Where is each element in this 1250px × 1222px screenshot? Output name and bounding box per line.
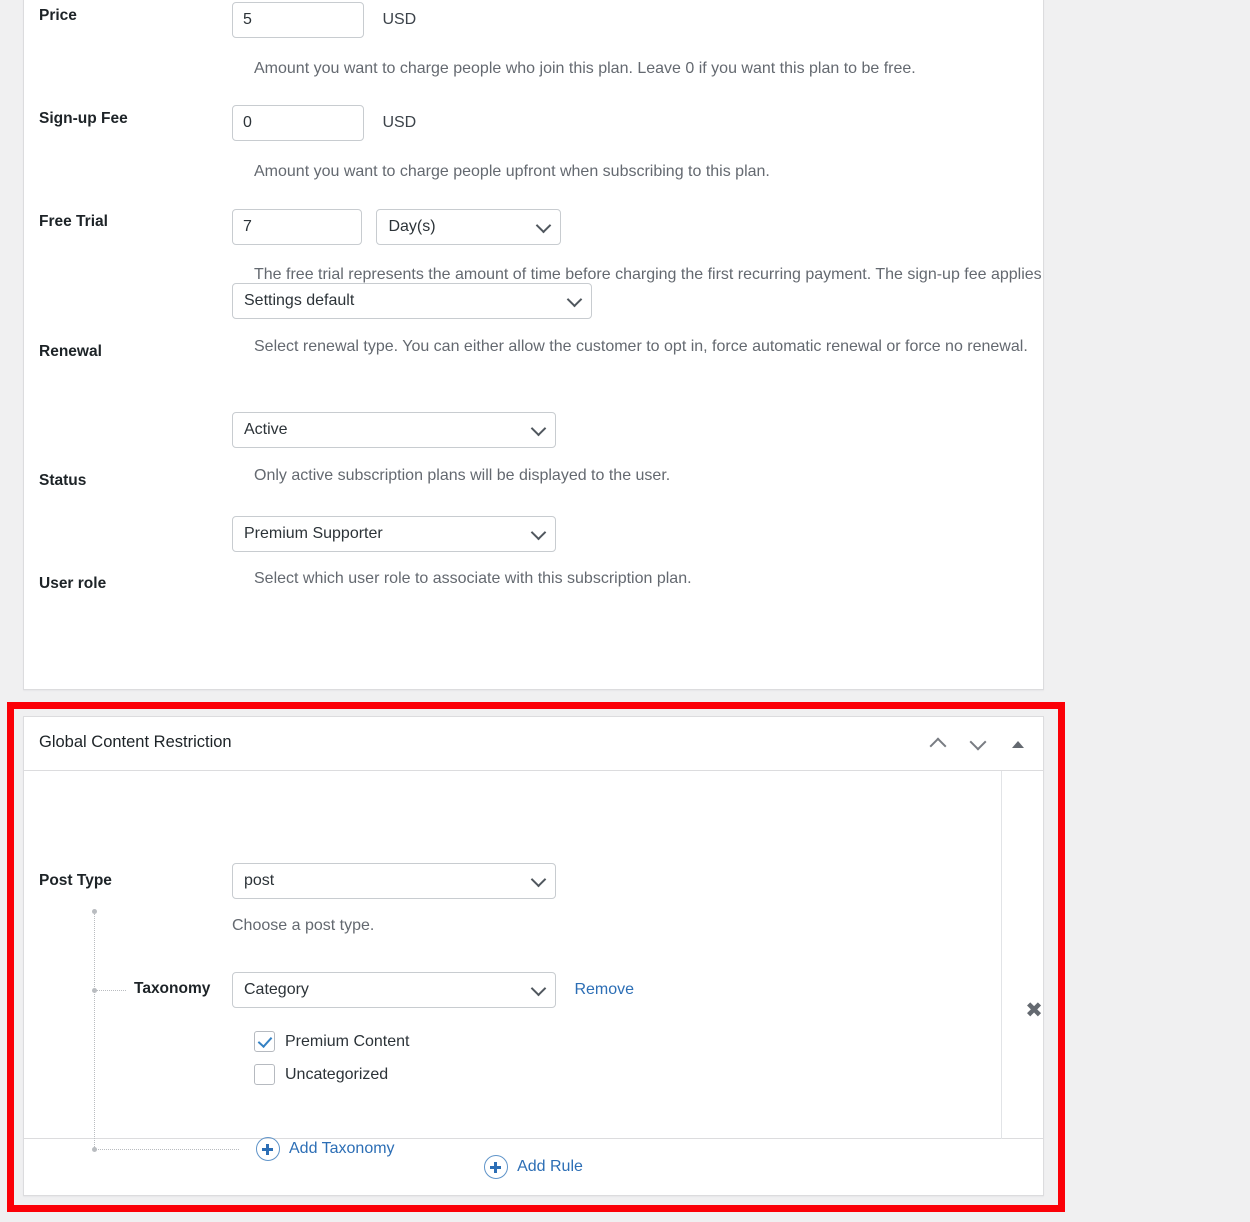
free-trial-period-select[interactable]: Day(s) (376, 209, 562, 245)
remove-rule-button[interactable]: ✖ (1017, 993, 1051, 1027)
label-post-type: Post Type (39, 872, 112, 889)
checkbox-checked-icon[interactable] (254, 1031, 275, 1052)
tree-branch-line (96, 990, 126, 991)
term-label: Uncategorized (285, 1065, 389, 1083)
label-free-trial: Free Trial (39, 213, 108, 230)
post-type-select[interactable]: post (232, 863, 556, 899)
chevron-down-icon (530, 980, 547, 997)
control-status: Active (232, 412, 556, 448)
label-taxonomy: Taxonomy (134, 980, 211, 997)
control-price: 5 USD (232, 2, 416, 38)
free-trial-period-value: Day(s) (388, 218, 436, 235)
term-checkbox-premium-content[interactable]: Premium Content (254, 1031, 410, 1052)
chevron-down-icon (536, 217, 552, 234)
panel-footer: Add Rule (24, 1139, 1043, 1195)
add-rule-label: Add Rule (517, 1158, 583, 1175)
chevron-down-icon (566, 291, 583, 308)
help-status: Only active subscription plans will be d… (254, 467, 671, 484)
control-signup-fee: 0 USD (232, 105, 416, 141)
free-trial-input[interactable]: 7 (232, 209, 362, 245)
label-signup-fee: Sign-up Fee (39, 110, 128, 127)
remove-taxonomy-link[interactable]: Remove (574, 981, 634, 998)
control-post-type: post (232, 863, 556, 899)
move-down-button[interactable] (965, 731, 991, 757)
signup-fee-input[interactable]: 0 (232, 105, 364, 141)
term-checkbox-uncategorized[interactable]: Uncategorized (254, 1064, 388, 1085)
price-currency-label: USD (382, 11, 417, 28)
plus-circle-icon (484, 1155, 509, 1179)
user-role-select-value: Premium Supporter (244, 525, 383, 542)
tree-node-dot (92, 909, 97, 914)
checkbox-unchecked-icon[interactable] (254, 1064, 275, 1085)
help-renewal: Select renewal type. You can either allo… (254, 338, 1028, 355)
restriction-rule: ✖ Post Type post Choose a post type. Tax… (24, 771, 1043, 1161)
control-taxonomy: Category Remove (232, 972, 634, 1008)
label-price: Price (39, 7, 77, 24)
panel-header: Global Content Restriction (24, 717, 1043, 771)
user-role-select[interactable]: Premium Supporter (232, 516, 556, 552)
help-post-type: Choose a post type. (232, 917, 375, 934)
page-root: Price 5 USD Amount you want to charge pe… (0, 0, 1250, 1222)
rule-divider (1001, 771, 1002, 1139)
post-type-select-value: post (244, 872, 275, 889)
chevron-up-icon (929, 737, 947, 755)
chevron-down-icon (530, 524, 547, 541)
status-select[interactable]: Active (232, 412, 556, 448)
tree-connector-line (94, 911, 95, 1147)
global-content-restriction-panel: Global Content Restriction ✖ Post Type p… (23, 716, 1044, 1196)
term-label: Premium Content (285, 1032, 410, 1050)
label-user-role: User role (39, 575, 107, 592)
help-signup-fee: Amount you want to charge people upfront… (254, 163, 770, 180)
help-user-role: Select which user role to associate with… (254, 570, 692, 587)
panel-header-controls (925, 717, 1031, 771)
add-rule-button[interactable]: Add Rule (484, 1155, 583, 1179)
price-input[interactable]: 5 (232, 2, 364, 38)
move-up-button[interactable] (925, 731, 951, 757)
status-select-value: Active (244, 421, 288, 438)
panel-title: Global Content Restriction (39, 733, 232, 751)
signup-fee-currency-label: USD (382, 114, 417, 131)
panel-toggle-button[interactable] (1005, 731, 1031, 757)
taxonomy-select[interactable]: Category (232, 972, 556, 1008)
taxonomy-select-value: Category (244, 981, 309, 998)
chevron-down-icon (530, 420, 547, 437)
subscription-plan-card: Price 5 USD Amount you want to charge pe… (23, 0, 1044, 690)
help-price: Amount you want to charge people who joi… (254, 60, 916, 77)
label-renewal: Renewal (39, 343, 102, 360)
label-status: Status (39, 472, 87, 489)
renewal-select[interactable]: Settings default (232, 283, 592, 319)
control-renewal: Settings default (232, 283, 592, 319)
renewal-select-value: Settings default (244, 292, 355, 309)
control-user-role: Premium Supporter (232, 516, 556, 552)
chevron-down-icon (530, 871, 547, 888)
triangle-up-icon (1012, 740, 1024, 748)
chevron-down-icon (969, 733, 987, 751)
control-free-trial: 7 Day(s) (232, 209, 562, 245)
